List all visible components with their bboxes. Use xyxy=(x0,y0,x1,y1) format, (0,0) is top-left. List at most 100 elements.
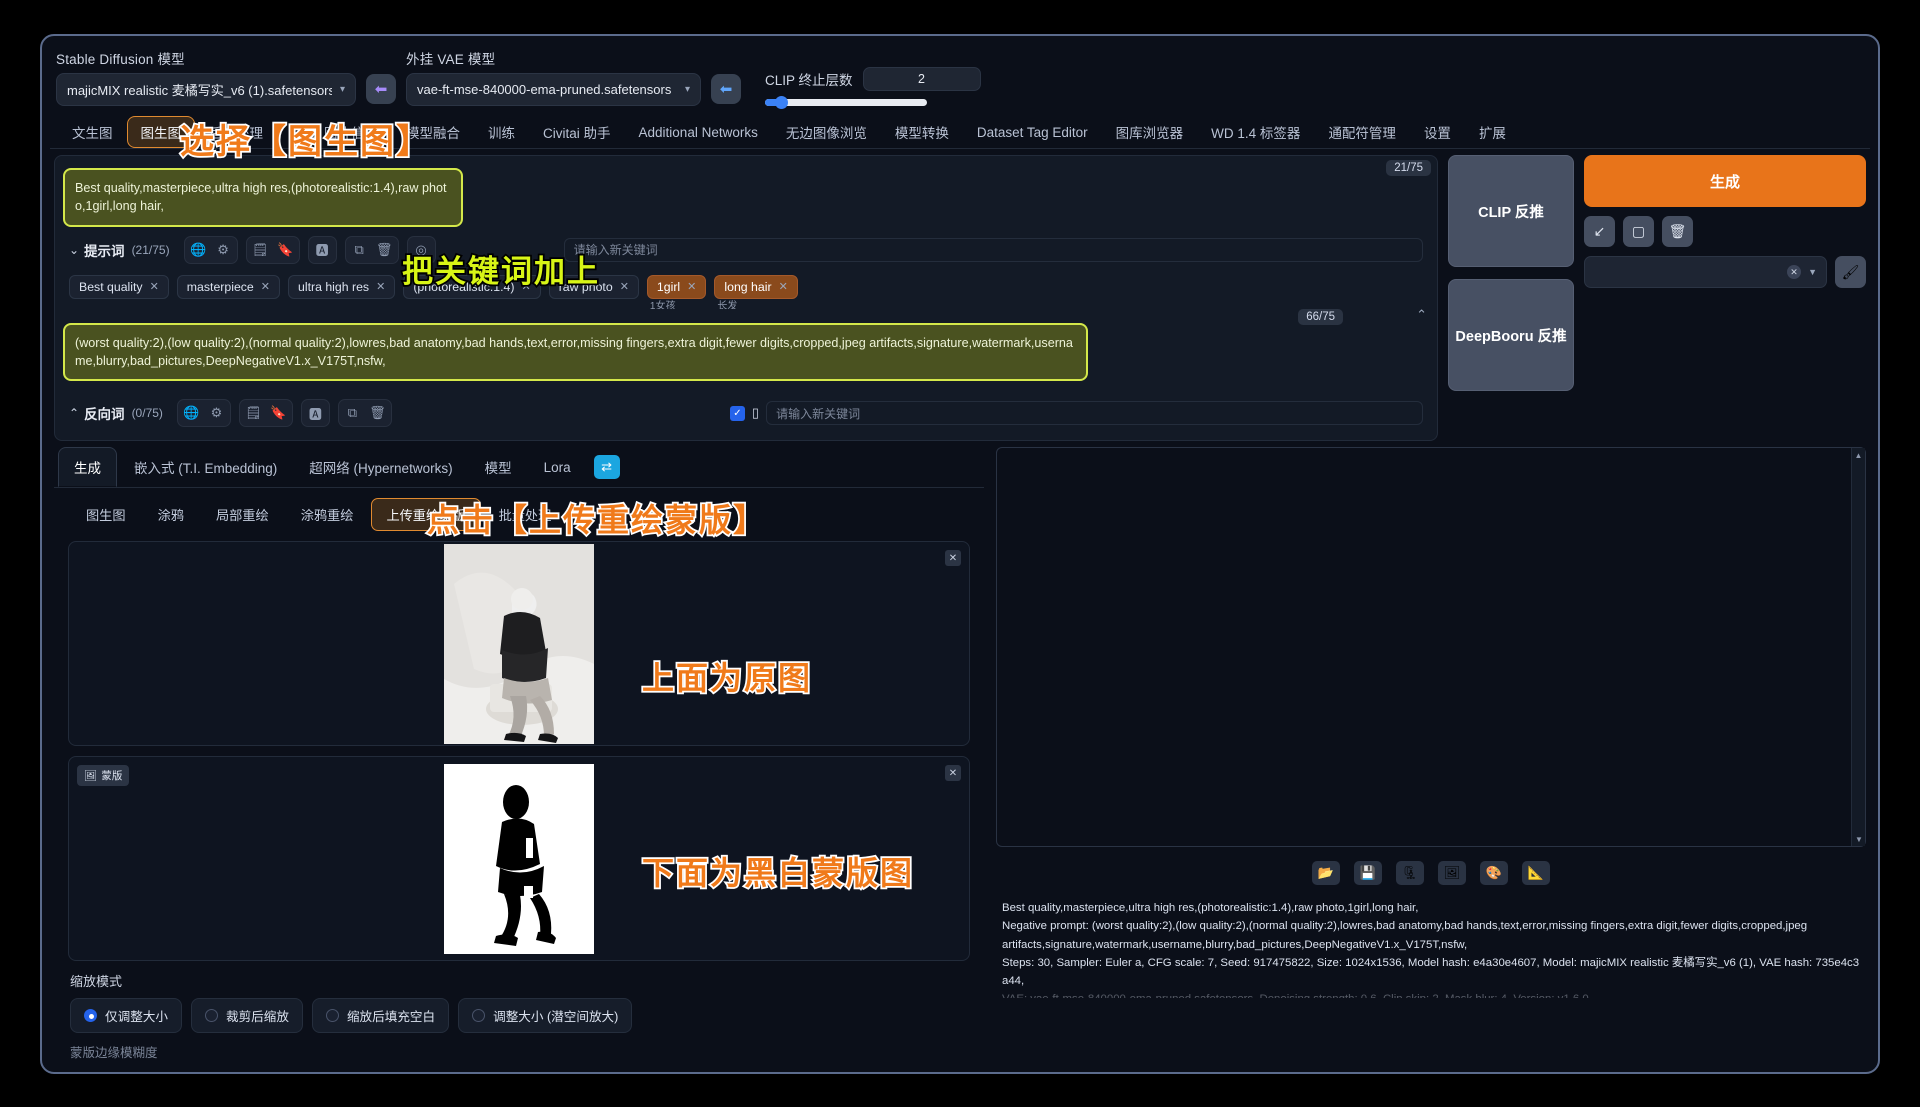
close-icon[interactable]: ✕ xyxy=(945,550,961,566)
sd-model-dropdown[interactable]: majicMIX realistic 麦橘写实_v6 (1).safetenso… xyxy=(56,73,356,106)
source-image-box[interactable]: ✕ xyxy=(68,541,970,746)
main-tab-10[interactable]: Dataset Tag Editor xyxy=(963,119,1102,146)
chip-remove-icon[interactable]: ✕ xyxy=(376,280,385,293)
gear-icon[interactable]: ⚙ xyxy=(212,239,235,261)
trash-icon[interactable]: 🗑 xyxy=(366,402,389,424)
translate-icon[interactable]: 🅰 xyxy=(304,402,327,424)
prompt-chip[interactable]: (photorealistic:1.4) ✕ xyxy=(403,274,541,299)
style-select[interactable]: ✕ ▼ xyxy=(1584,256,1827,288)
scale-mode-option-3[interactable]: 调整大小 (潜空间放大) xyxy=(458,998,633,1033)
prompt-chip[interactable]: masterpiece ✕ xyxy=(176,274,280,299)
radio-dot-icon[interactable] xyxy=(84,1009,97,1022)
scale-mode-option-0[interactable]: 仅调整大小 xyxy=(70,998,182,1033)
main-tab-6[interactable]: Civitai 助手 xyxy=(529,116,625,148)
section-tab-2[interactable]: 超网络 (Hypernetworks) xyxy=(294,448,467,486)
main-tab-9[interactable]: 模型转换 xyxy=(881,116,963,148)
copy-icon[interactable]: ⧉ xyxy=(348,239,371,261)
prompt-chip[interactable]: Best quality ✕ xyxy=(69,274,169,299)
doc-icon[interactable]: 🗒 xyxy=(249,239,272,261)
bookmark-icon[interactable]: 🔖 xyxy=(267,402,290,424)
send-t2i-icon[interactable]: 🖼 xyxy=(1438,861,1466,885)
copy-icon[interactable]: ⧉ xyxy=(341,402,364,424)
collapse-caret-icon[interactable]: ⌃ xyxy=(1416,307,1427,323)
negative-new-keyword-input[interactable]: 请输入新关键词 xyxy=(766,401,1423,425)
radio-dot-icon[interactable] xyxy=(325,1009,339,1022)
main-tab-7[interactable]: Additional Networks xyxy=(625,119,772,146)
sd-model-refresh-button[interactable]: ⬅ xyxy=(366,74,396,104)
section-tab-3[interactable]: 模型 xyxy=(470,448,527,486)
main-tab-8[interactable]: 无边图像浏览 xyxy=(772,116,881,148)
negative-prompt-input[interactable]: (worst quality:2),(low quality:2),(norma… xyxy=(63,322,1088,381)
arrow-down-left-icon[interactable]: ↙ xyxy=(1584,216,1615,247)
main-tab-12[interactable]: WD 1.4 标签器 xyxy=(1197,116,1314,148)
gear-icon[interactable]: ⚙ xyxy=(205,402,228,424)
vae-model-dropdown[interactable]: vae-ft-mse-840000-ema-pruned.safetensors… xyxy=(406,73,701,106)
main-tab-14[interactable]: 设置 xyxy=(1410,116,1465,148)
clip-interrogate-button[interactable]: CLIP 反推 xyxy=(1448,155,1574,267)
section-tab-1[interactable]: 嵌入式 (T.I. Embedding) xyxy=(119,448,292,486)
img2img-tab-0[interactable]: 图生图 xyxy=(72,499,140,530)
main-tab-5[interactable]: 训练 xyxy=(474,116,529,148)
prompt-chip[interactable]: ultra high res ✕ xyxy=(288,274,396,299)
close-icon[interactable]: ✕ xyxy=(945,765,961,781)
zip-icon[interactable]: 🗜 xyxy=(1396,861,1424,885)
main-tab-4[interactable]: 模型融合 xyxy=(392,116,474,148)
trash-bin-icon[interactable]: 🗑 xyxy=(1662,216,1693,247)
chip-remove-icon[interactable]: ✕ xyxy=(261,280,270,293)
prompt-chip[interactable]: 1girl ✕ 1女孩 xyxy=(646,274,707,309)
main-tab-3[interactable]: PNG 图片信息 xyxy=(277,116,392,148)
img2img-tab-1[interactable]: 涂鸦 xyxy=(144,499,198,530)
scale-mode-option-1[interactable]: 裁剪后缩放 xyxy=(190,998,303,1033)
clip-skip-slider[interactable] xyxy=(765,96,927,109)
chip-remove-icon[interactable]: ✕ xyxy=(521,280,530,293)
mask-image-box[interactable]: 🖼 蒙版 ✕ xyxy=(68,756,970,961)
pen-icon[interactable]: 🖌 xyxy=(1835,256,1866,288)
img2img-tab-3[interactable]: 涂鸦重绘 xyxy=(287,499,368,530)
prompt-chip[interactable]: long hair ✕ 长发 xyxy=(714,274,798,309)
img2img-tab-5[interactable]: 批量处理 xyxy=(485,499,566,530)
send-extras-icon[interactable]: 📐 xyxy=(1522,861,1550,885)
folder-icon[interactable]: 📂 xyxy=(1312,861,1340,885)
trash-icon[interactable]: 🗑 xyxy=(373,239,396,261)
refresh-lora-icon[interactable]: ⇄ xyxy=(593,455,620,479)
vae-model-refresh-button[interactable]: ⬅ xyxy=(711,74,741,104)
bookmark-icon[interactable]: 🔖 xyxy=(274,239,297,261)
img2img-tab-4[interactable]: 上传重绘蒙版 xyxy=(371,498,481,531)
main-tab-1[interactable]: 图生图 xyxy=(126,116,195,148)
keyword-checkbox[interactable]: ✓ xyxy=(729,405,745,421)
prompt-new-keyword-input[interactable]: 请输入新关键词 xyxy=(563,237,1423,262)
globe-icon[interactable]: 🌐 xyxy=(187,239,210,261)
send-i2i-icon[interactable]: 🎨 xyxy=(1480,861,1508,885)
clip-skip-value[interactable]: 2 xyxy=(862,67,981,91)
section-tab-0[interactable]: 生成 xyxy=(58,447,117,487)
prompt-input[interactable]: Best quality,masterpiece,ultra high res,… xyxy=(63,168,463,227)
main-tab-11[interactable]: 图库浏览器 xyxy=(1102,116,1198,148)
generate-button[interactable]: 生成 xyxy=(1584,155,1866,207)
section-tab-4[interactable]: Lora xyxy=(529,451,586,484)
main-tab-2[interactable]: 后期处理 xyxy=(195,116,277,148)
main-tab-0[interactable]: 文生图 xyxy=(58,116,127,148)
chip-remove-icon[interactable]: ✕ xyxy=(150,280,159,293)
main-tab-13[interactable]: 通配符管理 xyxy=(1314,116,1410,148)
chip-remove-icon[interactable]: ✕ xyxy=(687,280,696,293)
translate-icon[interactable]: 🅰 xyxy=(311,239,334,261)
chip-remove-icon[interactable]: ✕ xyxy=(620,280,629,293)
radio-dot-icon[interactable] xyxy=(472,1009,486,1022)
prompt-chip[interactable]: raw photo ✕ xyxy=(548,274,639,299)
clipboard-icon[interactable]: ▢ xyxy=(1623,216,1654,247)
scale-mode-option-2[interactable]: 缩放后填充空白 xyxy=(311,998,450,1033)
prompt-section-title[interactable]: ⌄ 提示词 xyxy=(69,240,125,260)
slider-knob[interactable] xyxy=(775,96,788,109)
globe-icon[interactable]: 🌐 xyxy=(180,402,203,424)
radio-dot-icon[interactable] xyxy=(204,1009,218,1022)
save-icon[interactable]: 💾 xyxy=(1354,861,1382,885)
output-gallery[interactable]: ▲ ▼ xyxy=(996,447,1866,847)
deepbooru-interrogate-button[interactable]: DeepBooru 反推 xyxy=(1448,279,1574,391)
scroll-up-icon[interactable]: ▲ xyxy=(1852,448,1865,462)
scroll-down-icon[interactable]: ▼ xyxy=(1852,832,1866,846)
img2img-tab-2[interactable]: 局部重绘 xyxy=(202,499,283,530)
clear-icon[interactable]: ✕ xyxy=(1787,265,1802,279)
doc-icon[interactable]: 🗒 xyxy=(242,402,265,424)
refresh-circle-icon[interactable]: ◎ xyxy=(410,239,433,261)
chip-remove-icon[interactable]: ✕ xyxy=(779,280,788,293)
